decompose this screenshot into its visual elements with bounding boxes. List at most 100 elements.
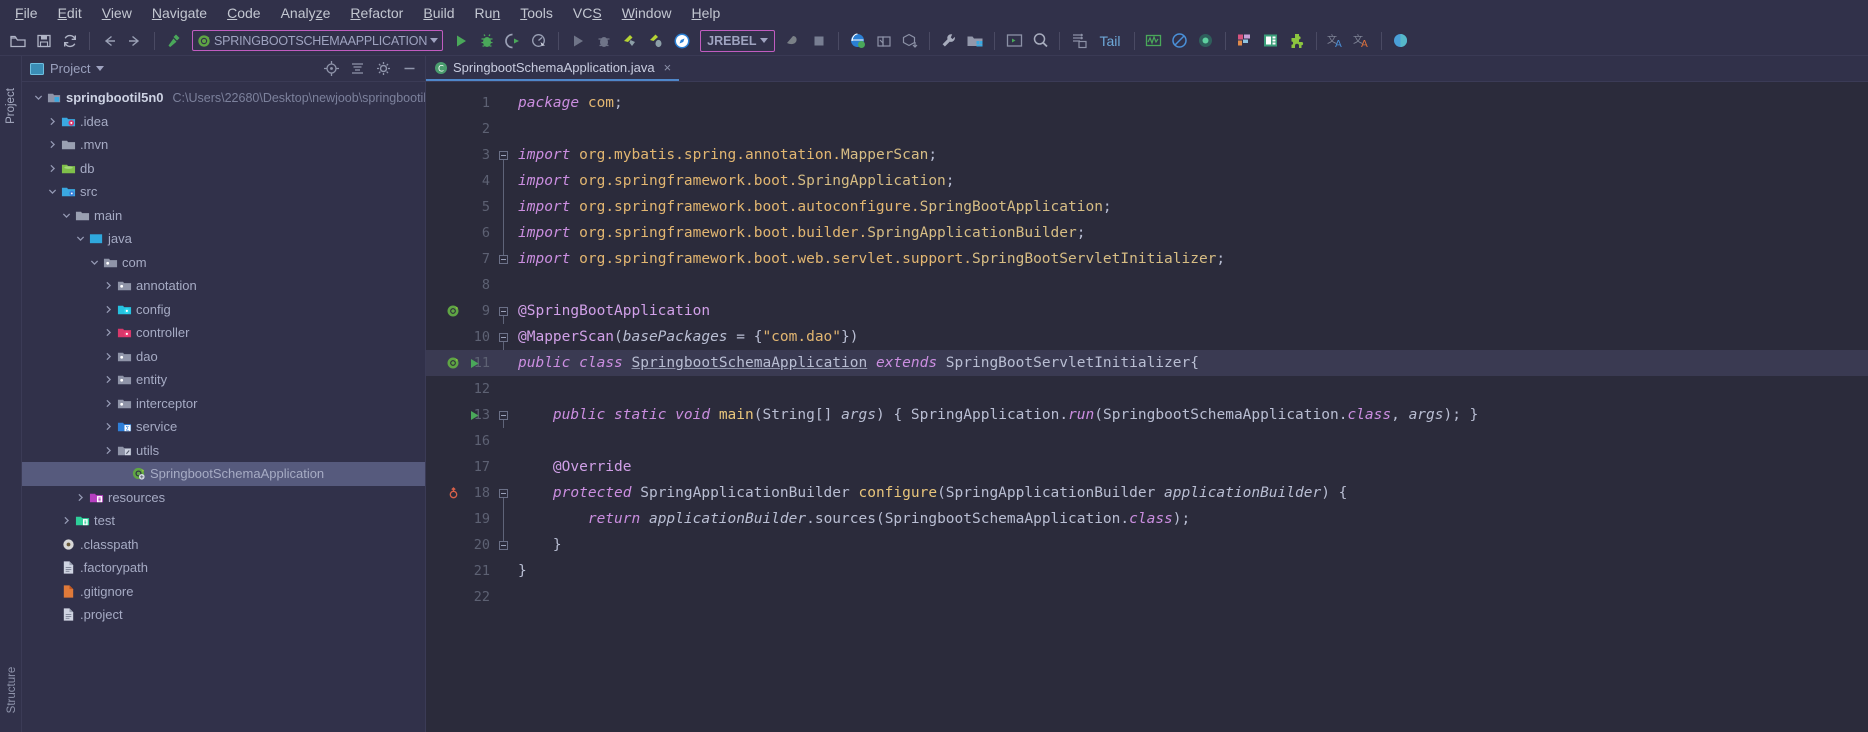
translate-blue-icon[interactable]: 文A [1324,29,1348,53]
save-all-icon[interactable] [32,29,56,53]
gutter-line-18[interactable]: 18 [426,480,496,506]
translate-orange-icon[interactable]: 文A [1350,29,1374,53]
code-line-22[interactable] [510,584,1868,610]
tree-node-test[interactable]: test [22,509,425,533]
spring-bean-icon[interactable] [446,356,460,370]
tree-node-db[interactable]: db [22,157,425,181]
fold-line-22[interactable] [496,584,510,610]
chevron-down-icon[interactable] [32,93,45,102]
fold-line-7[interactable] [496,246,510,272]
collapse-all-icon[interactable] [347,59,367,79]
tree-node-java[interactable]: java [22,227,425,251]
editor-tab-springboot-schema-application[interactable]: C SpringbootSchemaApplication.java × [426,56,680,81]
locate-file-icon[interactable] [321,59,341,79]
gutter-line-11[interactable]: 11 [426,350,496,376]
fold-collapse-icon[interactable] [498,150,508,160]
left-tab-structure[interactable]: Structure [6,642,18,732]
fold-collapse-icon[interactable] [498,488,508,498]
code-line-18[interactable]: protected SpringApplicationBuilder confi… [510,480,1868,506]
fold-collapse-icon[interactable] [498,306,508,316]
chevron-right-icon[interactable] [74,493,87,502]
project-panel-chevron-down-icon[interactable] [96,66,105,71]
menu-vcs[interactable]: VCS [564,3,611,23]
gutter-line-19[interactable]: 19 [426,506,496,532]
left-tab-project[interactable]: Project [5,76,17,136]
fold-line-12[interactable] [496,376,510,402]
chevron-down-icon[interactable] [60,211,73,220]
disable-inspections-icon[interactable] [1168,29,1192,53]
menu-tools[interactable]: Tools [511,3,562,23]
terminal-icon[interactable] [1002,29,1026,53]
tree-node-config[interactable]: config [22,298,425,322]
code-line-6[interactable]: import org.springframework.boot.builder.… [510,220,1868,246]
profile-icon[interactable] [527,29,551,53]
fold-line-3[interactable] [496,142,510,168]
fold-end-icon[interactable] [498,254,508,264]
tree-node-utils[interactable]: utils [22,439,425,463]
fold-line-6[interactable] [496,220,510,246]
tree-node-entity[interactable]: entity [22,368,425,392]
gutter-line-3[interactable]: 3 [426,142,496,168]
chevron-right-icon[interactable] [102,375,115,384]
server-icon[interactable] [1067,29,1091,53]
fold-line-18[interactable] [496,480,510,506]
tree-node-main[interactable]: main [22,204,425,228]
run-icon[interactable] [449,29,473,53]
record-icon[interactable] [1194,29,1218,53]
code-line-19[interactable]: return applicationBuilder.sources(Spring… [510,506,1868,532]
fold-line-9[interactable] [496,298,510,324]
chevron-right-icon[interactable] [46,117,59,126]
plugin-puzzle-icon[interactable] [1285,29,1309,53]
help-circle-icon[interactable] [1389,29,1413,53]
menu-code[interactable]: Code [218,3,269,23]
fold-line-13[interactable] [496,402,510,428]
gutter-line-5[interactable]: 5 [426,194,496,220]
editor-gutter[interactable]: 1 2 3 4 5 6 7 8 9 10 11 12 13 16 17 18 19 20 21 22 [426,82,496,732]
menu-navigate[interactable]: Navigate [143,3,216,23]
sync-icon[interactable] [58,29,82,53]
tail-button[interactable]: Tail [1093,33,1126,49]
tree-node-interceptor[interactable]: interceptor [22,392,425,416]
tree-node-gitignore[interactable]: .gitignore [22,580,425,604]
tree-node-project[interactable]: .project [22,603,425,627]
fold-line-16[interactable] [496,428,510,454]
fold-collapse-icon[interactable] [498,410,508,420]
run-configuration-selector[interactable]: SPRINGBOOTSCHEMAAPPLICATION [192,30,444,51]
gutter-line-20[interactable]: 20 [426,532,496,558]
tree-node-dao[interactable]: dao [22,345,425,369]
gutter-line-6[interactable]: 6 [426,220,496,246]
tree-node-classpath[interactable]: .classpath [22,533,425,557]
jrebel-bean-icon[interactable] [781,29,805,53]
menu-refactor[interactable]: Refactor [341,3,412,23]
menu-run[interactable]: Run [466,3,510,23]
chevron-down-icon[interactable] [74,234,87,243]
close-icon[interactable]: × [664,60,672,75]
gutter-line-1[interactable]: 1 [426,90,496,116]
gutter-line-10[interactable]: 10 [426,324,496,350]
fold-collapse-icon[interactable] [498,332,508,342]
tree-node-com[interactable]: com [22,251,425,275]
chevron-right-icon[interactable] [102,328,115,337]
tree-node-mvn[interactable]: .mvn [22,133,425,157]
gutter-line-21[interactable]: 21 [426,558,496,584]
tree-node-springbootschemaapplication[interactable]: SpringbootSchemaApplication [22,462,425,486]
database-icon[interactable] [1259,29,1283,53]
jrebel-selector[interactable]: JREBEL [700,29,776,52]
layout-icon[interactable] [1233,29,1257,53]
gutter-line-12[interactable]: 12 [426,376,496,402]
gutter-line-8[interactable]: 8 [426,272,496,298]
package-download-icon[interactable] [898,29,922,53]
attach-debugger-icon[interactable] [592,29,616,53]
fold-line-20[interactable] [496,532,510,558]
jrebel-compass-icon[interactable] [670,29,694,53]
chevron-right-icon[interactable] [102,352,115,361]
code-line-3[interactable]: import org.mybatis.spring.annotation.Map… [510,142,1868,168]
fold-line-11[interactable] [496,350,510,376]
chevron-right-icon[interactable] [102,446,115,455]
tree-node-annotation[interactable]: annotation [22,274,425,298]
code-content[interactable]: package com; import org.mybatis.spring.an… [510,82,1868,732]
run-with-coverage-icon[interactable] [501,29,525,53]
chevron-right-icon[interactable] [46,140,59,149]
update-application-icon[interactable] [846,29,870,53]
menu-edit[interactable]: Edit [49,3,91,23]
